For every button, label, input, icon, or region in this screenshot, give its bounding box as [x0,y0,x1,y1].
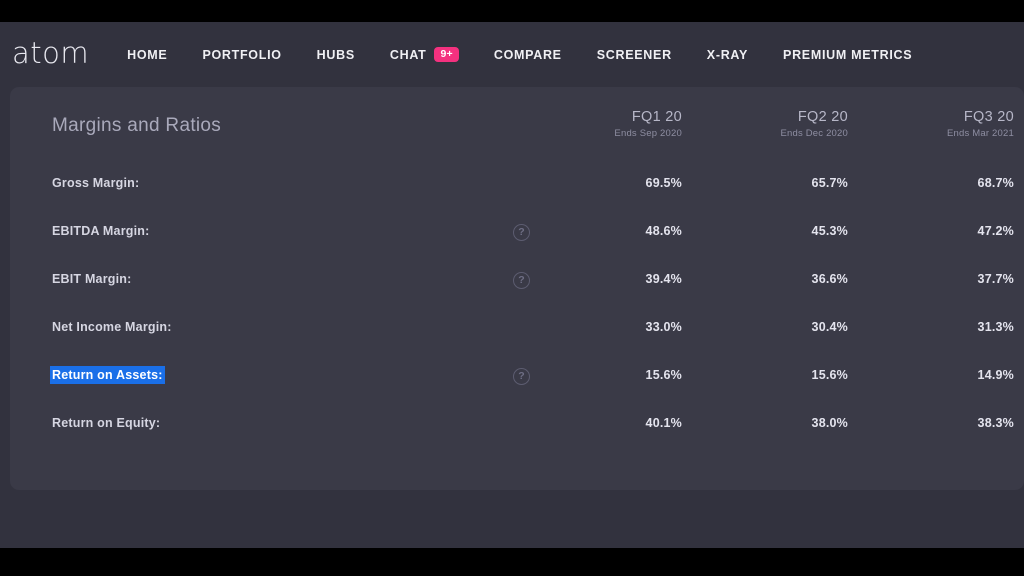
help-icon[interactable]: ? [513,272,530,289]
table-cell: 38.3% [977,416,1014,430]
column-period-label: FQ1 20 [631,109,682,125]
row-label-ebit-margin: EBIT Margin: [52,272,132,286]
table-cell: 31.3% [977,320,1014,334]
nav-item-label: X-RAY [706,47,749,62]
table-cell: 14.9% [977,368,1014,382]
table-cell: 48.6% [645,224,682,238]
table-cell: 65.7% [811,176,848,190]
row-label-ebitda-margin: EBITDA Margin: [52,224,150,238]
table-header: Margins and Ratios FQ1 20 Ends Sep 2020 … [10,87,1024,159]
table-row: Return on Equity: 40.1% 38.0% 38.3% [10,405,1024,453]
table-cell: 68.7% [977,176,1014,190]
table-cell: 38.0% [811,416,848,430]
nav-item-label: PORTFOLIO [202,47,282,62]
table-cell: 37.7% [977,272,1014,286]
row-label-return-on-assets[interactable]: Return on Assets: [50,366,165,384]
help-icon[interactable]: ? [513,368,530,385]
table-cell: 40.1% [645,416,682,430]
app-viewport: atom HOME PORTFOLIO HUBS CHAT 9+ COMPARE [0,22,1024,548]
nav-item-chat[interactable]: CHAT 9+ [389,46,459,63]
margins-and-ratios-panel: Margins and Ratios FQ1 20 Ends Sep 2020 … [10,87,1024,490]
table-cell: 15.6% [645,368,682,382]
nav-item-label: PREMIUM METRICS [783,47,913,62]
page-title: Margins and Ratios [52,115,222,136]
row-label-net-income-margin: Net Income Margin: [52,320,172,334]
atom-logo[interactable]: atom [12,39,89,70]
table-cell: 15.6% [811,368,848,382]
nav-item-home[interactable]: HOME [127,48,167,62]
nav-item-label: SCREENER [596,47,672,62]
table-cell: 39.4% [645,272,682,286]
row-label-return-on-equity: Return on Equity: [52,416,161,430]
nav-item-hubs[interactable]: HUBS [317,48,355,62]
nav-item-screener[interactable]: SCREENER [597,48,672,62]
help-icon[interactable]: ? [513,224,530,241]
table-cell: 47.2% [977,224,1014,238]
table-cell: 36.6% [811,272,848,286]
table-row: Return on Assets: ? 15.6% 15.6% 14.9% [10,357,1024,405]
nav-item-portfolio[interactable]: PORTFOLIO [202,48,281,62]
column-ends-label: Ends Dec 2020 [780,128,848,139]
table-row: EBITDA Margin: ? 48.6% 45.3% 47.2% [10,213,1024,261]
nav-item-label: CHAT [389,47,427,62]
table-cell: 33.0% [645,320,682,334]
column-header-fq2: FQ2 20 Ends Dec 2020 [728,109,848,139]
nav-item-label: HOME [127,47,168,62]
nav-item-x-ray[interactable]: X-RAY [707,48,748,62]
nav-item-label: HUBS [316,47,355,62]
column-ends-label: Ends Mar 2021 [946,128,1014,139]
nav-item-compare[interactable]: COMPARE [494,48,562,62]
column-ends-label: Ends Sep 2020 [614,128,682,139]
column-period-label: FQ2 20 [797,109,848,125]
top-navigation-bar: atom HOME PORTFOLIO HUBS CHAT 9+ COMPARE [0,22,1024,87]
column-period-label: FQ3 20 [963,109,1014,125]
column-header-fq1: FQ1 20 Ends Sep 2020 [562,109,682,139]
metrics-table-body: Gross Margin: 69.5% 65.7% 68.7% EBITDA M… [10,165,1024,453]
nav-item-label: COMPARE [493,47,562,62]
row-label-gross-margin: Gross Margin: [52,176,140,190]
table-row: Gross Margin: 69.5% 65.7% 68.7% [10,165,1024,213]
table-cell: 69.5% [645,176,682,190]
nav-links: HOME PORTFOLIO HUBS CHAT 9+ COMPARE SCRE… [127,46,912,63]
table-row: Net Income Margin: 33.0% 30.4% 31.3% [10,309,1024,357]
table-cell: 30.4% [811,320,848,334]
app-screenshot: atom HOME PORTFOLIO HUBS CHAT 9+ COMPARE [0,0,1024,576]
nav-item-premium-metrics[interactable]: PREMIUM METRICS [783,48,912,62]
column-header-fq3: FQ3 20 Ends Mar 2021 [894,109,1014,139]
table-cell: 45.3% [811,224,848,238]
table-row: EBIT Margin: ? 39.4% 36.6% 37.7% [10,261,1024,309]
chat-unread-badge: 9+ [434,46,459,63]
